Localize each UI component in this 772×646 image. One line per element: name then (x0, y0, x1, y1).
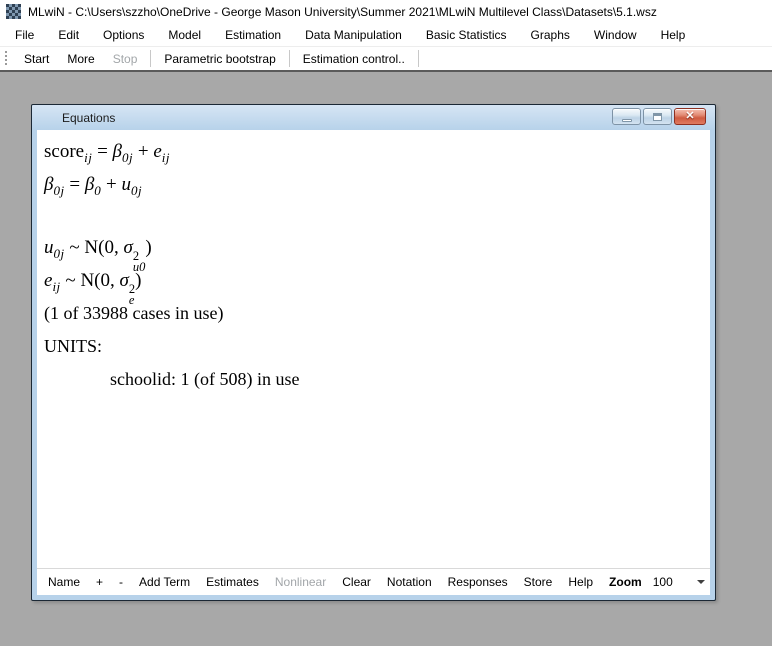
equation-token: ij (162, 150, 170, 165)
equation-token: ~ N(0, (61, 270, 120, 291)
equation-token: + (133, 141, 153, 162)
equations-footer-button-zoom[interactable]: Zoom (601, 571, 646, 593)
equations-footer-button-name[interactable]: Name (40, 571, 88, 593)
equation-line: scoreij = β0j + eij (44, 135, 710, 168)
toolbar-separator (289, 50, 290, 67)
menu-item-options[interactable]: Options (91, 24, 156, 46)
equation-token: u (122, 174, 132, 195)
equations-footer-button-plus[interactable]: + (88, 571, 111, 593)
minimize-icon (622, 119, 632, 122)
equation-token: 0j (122, 150, 133, 165)
menu-item-basic-statistics[interactable]: Basic Statistics (414, 24, 519, 46)
menu-item-edit[interactable]: Edit (46, 24, 91, 46)
equation-token: = (92, 141, 112, 162)
equation-token: β (113, 141, 122, 162)
toolbar-button-more[interactable]: More (58, 48, 103, 70)
equation-token: UNITS: (44, 336, 102, 356)
equations-window-controls: ✕ (612, 108, 706, 125)
equation-token: e (153, 141, 161, 162)
zoom-level-value: 100 (653, 575, 673, 589)
equation-token: 0j (54, 246, 65, 261)
equations-footer-button-add-term[interactable]: Add Term (131, 571, 198, 593)
equation-token: ) (145, 237, 151, 258)
equation-line: u0j ~ N(0, σ2u0) (44, 231, 710, 264)
toolbar-button-start[interactable]: Start (15, 48, 58, 70)
menu-item-graphs[interactable]: Graphs (519, 24, 582, 46)
equation-token: ij (52, 279, 60, 294)
equation-token: + (101, 174, 121, 195)
chevron-down-icon (697, 580, 705, 584)
equation-token: σ (120, 270, 129, 291)
toolbar-button-parametric-bootstrap[interactable]: Parametric bootstrap (155, 48, 284, 70)
toolbar: StartMoreStop Parametric bootstrap Estimat… (0, 47, 772, 70)
equations-window: Equations ✕ scoreij = β0j + eijβ0j = β0 … (31, 104, 716, 601)
equation-token: (1 of 33988 cases in use) (44, 303, 223, 323)
close-icon: ✕ (685, 111, 694, 122)
app-titlebar: MLwiN - C:\Users\szzho\OneDrive - George… (0, 0, 772, 23)
equation-token: 0j (53, 183, 64, 198)
toolbar-bottom-divider (0, 70, 772, 72)
equations-titlebar[interactable]: Equations ✕ (32, 105, 715, 130)
menu-item-data-manipulation[interactable]: Data Manipulation (293, 24, 414, 46)
menu-item-help[interactable]: Help (649, 24, 698, 46)
menu-item-model[interactable]: Model (156, 24, 213, 46)
equation-token: 0j (131, 183, 142, 198)
equations-footer-button-estimates[interactable]: Estimates (198, 571, 267, 593)
equations-footer-button-clear[interactable]: Clear (334, 571, 379, 593)
toolbar-grip-handle[interactable] (5, 51, 8, 67)
close-button[interactable]: ✕ (674, 108, 706, 125)
equation-token: u (44, 237, 54, 258)
menu-item-estimation[interactable]: Estimation (213, 24, 293, 46)
equation-token: score (44, 141, 84, 162)
equations-footer-button-notation[interactable]: Notation (379, 571, 440, 593)
zoom-level-combobox[interactable]: 100 (648, 573, 710, 592)
mlwin-app-icon (6, 4, 21, 19)
restore-button[interactable] (643, 108, 672, 125)
toolbar-button-stop[interactable]: Stop (104, 48, 147, 70)
toolbar-separator (150, 50, 151, 67)
equation-token: ~ N(0, (65, 237, 124, 258)
toolbar-separator (418, 50, 419, 67)
equation-token: β (85, 174, 94, 195)
minimize-button[interactable] (612, 108, 641, 125)
equations-footer-button-responses[interactable]: Responses (440, 571, 516, 593)
equations-footer-button-nonlinear[interactable]: Nonlinear (267, 571, 334, 593)
equations-window-title: Equations (62, 111, 115, 125)
equation-token: schoolid: 1 (of 508) in use (110, 369, 299, 389)
equation-line: β0j = β0 + u0j (44, 168, 710, 201)
equations-footer-button-help[interactable]: Help (560, 571, 601, 593)
equations-footer-button-minus[interactable]: - (111, 571, 131, 593)
menu-bar: FileEditOptionsModelEstimationData Manip… (0, 23, 772, 47)
equation-line: (1 of 33988 cases in use) (44, 297, 710, 330)
equations-footer-toolbar: Name+-Add TermEstimatesNonlinearClearNot… (37, 568, 710, 595)
equation-line: schoolid: 1 (of 508) in use (44, 363, 710, 396)
equation-token: σ (123, 237, 132, 258)
restore-icon (653, 113, 662, 121)
toolbar-button-estimation-control[interactable]: Estimation control.. (294, 48, 414, 70)
menu-item-window[interactable]: Window (582, 24, 649, 46)
app-title: MLwiN - C:\Users\szzho\OneDrive - George… (28, 5, 657, 19)
equation-token: ) (135, 270, 141, 291)
app-window-chrome: MLwiN - C:\Users\szzho\OneDrive - George… (0, 0, 772, 72)
equation-token: = (65, 174, 85, 195)
menu-item-file[interactable]: File (3, 24, 46, 46)
equations-footer-button-store[interactable]: Store (516, 571, 561, 593)
equation-line: UNITS: (44, 330, 710, 363)
equations-area[interactable]: scoreij = β0j + eijβ0j = β0 + u0ju0j ~ N… (37, 130, 710, 568)
